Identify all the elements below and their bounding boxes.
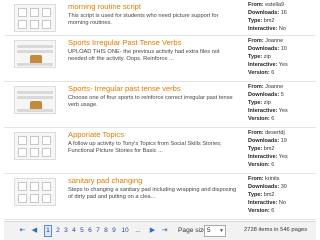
- interactive-value: No: [278, 200, 286, 206]
- downloads-value: 30: [280, 184, 287, 190]
- current-page-button[interactable]: 1: [44, 225, 52, 237]
- activity-thumbnail[interactable]: [14, 40, 56, 68]
- version-label: Version:: [248, 208, 270, 214]
- activity-thumbnail[interactable]: [14, 4, 56, 32]
- interactive-value: Yes: [278, 154, 288, 160]
- interactive-value: No: [278, 26, 286, 32]
- interactive-label: Interactive:: [248, 108, 278, 114]
- type-label: Type:: [248, 100, 263, 106]
- interactive-label: Interactive:: [248, 62, 278, 68]
- page-link[interactable]: 3: [63, 227, 69, 234]
- activity-title-link[interactable]: Sports Irregular Past Tense Verbs: [68, 38, 240, 47]
- activity-description: This script is used for students who nee…: [68, 13, 219, 26]
- chevron-down-icon: ▼: [219, 228, 224, 234]
- type-value: bm2: [263, 18, 275, 24]
- page-link[interactable]: 6: [87, 227, 93, 234]
- list-item: Apporiate Topics A follow up activity to…: [4, 128, 316, 174]
- downloads-label: Downloads:: [248, 92, 280, 98]
- activity-description: A follow up activity to Tony's Topics fr…: [68, 141, 222, 154]
- from-label: From:: [248, 176, 264, 182]
- downloads-label: Downloads:: [248, 184, 280, 190]
- type-value: bm2: [263, 146, 275, 152]
- from-value: Joanne: [265, 38, 284, 44]
- activity-thumbnail[interactable]: [14, 178, 56, 206]
- interactive-label: Interactive:: [248, 154, 278, 160]
- activity-description: Steps to changing a sanitary pad includi…: [68, 187, 237, 200]
- list-item: sanitary pad changing Steps to changing …: [4, 174, 316, 220]
- activity-meta: From: Joanne Downloads: 10 Type: zip Int…: [248, 37, 314, 77]
- from-value: estella9: [265, 2, 285, 8]
- from-label: From:: [248, 84, 264, 90]
- page-link[interactable]: 8: [103, 227, 109, 234]
- list-item: Sports- Irregular past tense verbs Choos…: [4, 82, 316, 128]
- interactive-label: Interactive:: [248, 26, 278, 32]
- version-value: 6: [271, 116, 275, 122]
- activity-meta: From: estella9 Downloads: 16 Type: bm2 I…: [248, 1, 314, 33]
- activity-list: morning routine script This script is us…: [4, 0, 316, 221]
- activity-description: Choose one of four sports to reinforce c…: [68, 95, 233, 108]
- activity-thumbnail[interactable]: [14, 132, 56, 160]
- page-size-select[interactable]: 5 ▼: [204, 225, 226, 237]
- page-link[interactable]: 9: [111, 227, 117, 234]
- activity-meta: From: Joanne Downloads: 5 Type: zip Inte…: [248, 83, 314, 123]
- last-page-icon[interactable]: ⇥: [160, 225, 169, 236]
- activity-title-link[interactable]: morning routine script: [68, 2, 240, 11]
- page-link[interactable]: 5: [79, 227, 85, 234]
- page-link[interactable]: 4: [71, 227, 77, 234]
- type-label: Type:: [248, 54, 263, 60]
- next-page-icon[interactable]: ▶: [148, 225, 157, 236]
- interactive-value: Yes: [278, 62, 288, 68]
- type-label: Type:: [248, 192, 263, 198]
- from-label: From:: [248, 130, 264, 136]
- pagination-bar: ⇤ ◀ 1 2 3 4 5 6 7 8 9 10 ... ▶ ⇥ Page si…: [4, 221, 316, 240]
- type-value: zip: [263, 100, 271, 106]
- from-label: From:: [248, 38, 264, 44]
- version-value: 6: [271, 208, 275, 214]
- type-value: zip: [263, 54, 271, 60]
- activity-title-link[interactable]: Sports- Irregular past tense verbs: [68, 84, 240, 93]
- page-link[interactable]: 2: [55, 227, 61, 234]
- from-value: krinits: [265, 176, 280, 182]
- from-value: desertdj: [265, 130, 285, 136]
- page-link[interactable]: 10: [120, 227, 130, 234]
- downloads-label: Downloads:: [248, 10, 280, 16]
- downloads-value: 19: [280, 138, 287, 144]
- version-label: Version:: [248, 116, 270, 122]
- interactive-label: Interactive:: [248, 200, 278, 206]
- version-value: 6: [271, 70, 275, 76]
- activity-meta: From: krinits Downloads: 30 Type: bm2 In…: [248, 175, 314, 215]
- interactive-value: Yes: [278, 108, 288, 114]
- activity-title-link[interactable]: sanitary pad changing: [68, 176, 240, 185]
- downloads-value: 16: [280, 10, 287, 16]
- version-label: Version:: [248, 162, 270, 168]
- activity-description: UPLOAD THIS ONE- the previous activity h…: [68, 49, 220, 62]
- page-ellipsis-link[interactable]: ...: [133, 227, 143, 234]
- prev-page-icon[interactable]: ◀: [30, 225, 39, 236]
- from-label: From:: [248, 2, 264, 8]
- activity-meta: From: desertdj Downloads: 19 Type: bm2 I…: [248, 129, 314, 169]
- activity-thumbnail[interactable]: [14, 86, 56, 114]
- type-label: Type:: [248, 18, 263, 24]
- list-item: Sports Irregular Past Tense Verbs UPLOAD…: [4, 36, 316, 82]
- from-value: Joanne: [265, 84, 284, 90]
- type-label: Type:: [248, 146, 263, 152]
- page-link[interactable]: 7: [95, 227, 101, 234]
- list-item: morning routine script This script is us…: [4, 0, 316, 36]
- results-panel: morning routine script This script is us…: [4, 0, 316, 240]
- downloads-value: 10: [280, 46, 287, 52]
- activity-title-link[interactable]: Apporiate Topics: [68, 130, 240, 139]
- first-page-icon[interactable]: ⇤: [18, 225, 27, 236]
- downloads-value: 5: [280, 92, 284, 98]
- type-value: bm2: [263, 192, 275, 198]
- page-size-value: 5: [207, 227, 211, 234]
- version-value: 6: [271, 162, 275, 168]
- items-summary: 2728 items in 546 pages: [244, 227, 308, 233]
- version-label: Version:: [248, 70, 270, 76]
- downloads-label: Downloads:: [248, 138, 280, 144]
- downloads-label: Downloads:: [248, 46, 280, 52]
